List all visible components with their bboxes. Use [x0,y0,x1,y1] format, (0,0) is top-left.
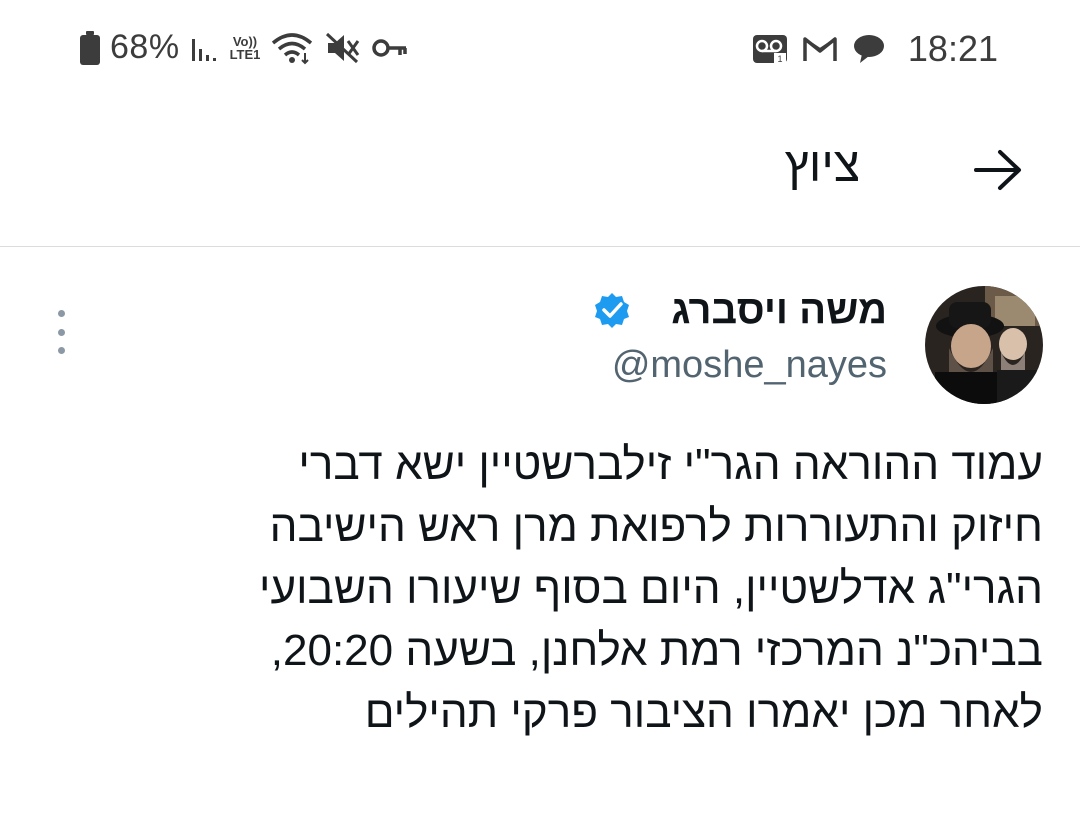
lte-icon: Vo)) LTE1 [229,33,261,62]
author-avatar[interactable] [925,286,1043,404]
gmail-icon [803,37,837,61]
more-dot-icon [57,347,65,354]
tweet-line: הגרי"ג אדלשטיין, היום בסוף שיעורו השבועי [259,564,1043,613]
status-bar-right: 1 18:21 [752,28,998,70]
battery-icon [80,30,100,65]
key-icon [372,38,408,57]
tweet-text: עמוד ההוראה הגר"י זילברשטיין ישא דברי חי… [43,434,1043,744]
status-bar: 68% Vo)) LTE1 1 18:21 [0,0,1080,100]
clock: 18:21 [907,28,998,69]
more-dot-icon [57,328,65,336]
tweet-line: לאחר מכן יאמרו הציבור פרקי תהילים [364,688,1043,737]
avatar-photo [925,286,1043,404]
top-app-bar [0,100,1080,247]
back-button[interactable] [962,140,1034,200]
verified-badge-icon [595,293,629,328]
arrow-right-icon [974,150,1021,190]
tweet-line: חיזוק והתעוררות לרפואת מרן ראש הישיבה [269,502,1043,551]
voicemail-icon: 1 [752,35,787,64]
more-options-button[interactable] [44,310,78,354]
signal-icon [191,38,216,61]
tweet-line: עמוד ההוראה הגר"י זילברשטיין ישא דברי [298,440,1043,489]
battery-percentage: 68% [110,28,180,66]
header-divider [0,246,1080,247]
mute-icon [326,32,360,63]
wifi-icon [272,32,313,64]
more-dot-icon [57,310,65,317]
svg-text:1: 1 [777,54,782,64]
chat-bubble-icon [853,35,884,63]
author-name[interactable]: משה ויסברג [671,288,887,333]
author-handle[interactable]: @moshe_nayes [612,344,887,387]
status-bar-left: 68% Vo)) LTE1 [80,28,408,67]
page-title: ציוץ [784,139,860,192]
tweet-line: בביהכ"נ המרכזי רמת אלחנן, בשעה 20:20, [270,626,1043,675]
